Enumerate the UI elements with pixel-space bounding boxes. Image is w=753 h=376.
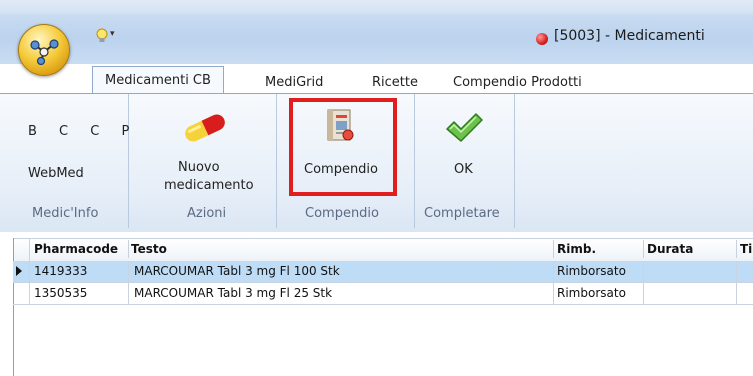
column-separator[interactable] <box>128 240 129 258</box>
new-medicament-label-2: medicamento <box>164 178 254 193</box>
grid-line <box>553 261 554 305</box>
column-header-rimb[interactable]: Rimb. <box>557 238 596 260</box>
grid-line <box>736 261 737 305</box>
current-row-indicator-icon <box>16 266 22 276</box>
molecule-icon <box>30 39 59 65</box>
table-row[interactable] <box>13 261 753 282</box>
group-label-azioni: Azioni <box>187 206 227 221</box>
ok-button[interactable]: OK <box>430 104 500 192</box>
tab-ricette[interactable]: Ricette <box>372 72 418 94</box>
new-medicament-label-1: Nuovo <box>178 160 220 175</box>
application-menu-button[interactable] <box>18 24 70 76</box>
highlight-rectangle <box>289 98 397 196</box>
cell-rimb[interactable]: Rimborsato <box>557 261 626 282</box>
column-separator[interactable] <box>643 240 644 258</box>
new-medicament-button[interactable]: Nuovo medicamento <box>150 104 260 200</box>
webmed-button[interactable]: WebMed <box>28 166 84 181</box>
column-header-durata[interactable]: Durata <box>647 238 693 260</box>
column-header-ti[interactable]: Ti <box>740 238 752 260</box>
grid-line <box>13 304 753 305</box>
group-label-completare: Completare <box>424 206 500 221</box>
tab-medigrid[interactable]: MediGrid <box>265 72 323 94</box>
grid-line <box>29 238 30 305</box>
tab-medicamenti-cb[interactable]: Medicamenti CB <box>92 66 224 95</box>
cell-testo[interactable]: MARCOUMAR Tabl 3 mg Fl 25 Stk <box>134 283 332 304</box>
table-row[interactable] <box>13 283 753 304</box>
grid-line <box>643 261 644 305</box>
cell-testo[interactable]: MARCOUMAR Tabl 3 mg Fl 100 Stk <box>134 261 340 282</box>
grid-header <box>13 238 753 262</box>
cell-rimb[interactable]: Rimborsato <box>557 283 626 304</box>
checkmark-icon <box>444 112 484 148</box>
quick-access-dropdown-icon[interactable]: ▾ <box>110 29 115 39</box>
grid-line <box>13 282 753 283</box>
column-separator[interactable] <box>736 240 737 258</box>
group-label-compendio: Compendio <box>305 206 380 221</box>
record-icon <box>536 33 548 45</box>
column-separator[interactable] <box>553 240 554 258</box>
cell-pharmacode[interactable]: 1350535 <box>34 283 87 304</box>
window-title: [5003] - Medicamenti <box>554 28 705 44</box>
pill-icon <box>180 114 230 146</box>
ok-button-label: OK <box>454 162 473 177</box>
column-header-pharmacode[interactable]: Pharmacode <box>34 238 118 260</box>
background-window-strip <box>0 0 753 14</box>
lightbulb-icon[interactable] <box>96 28 108 48</box>
column-header-testo[interactable]: Testo <box>131 238 167 260</box>
group-label-medicinfo: Medic'Info <box>32 206 99 221</box>
cell-pharmacode[interactable]: 1419333 <box>34 261 87 282</box>
grid-left-edge <box>13 238 14 376</box>
grid-line <box>128 261 129 305</box>
tab-compendio-prodotti[interactable]: Compendio Prodotti <box>453 72 582 94</box>
bccp-buttons[interactable]: B C C P <box>28 124 138 139</box>
